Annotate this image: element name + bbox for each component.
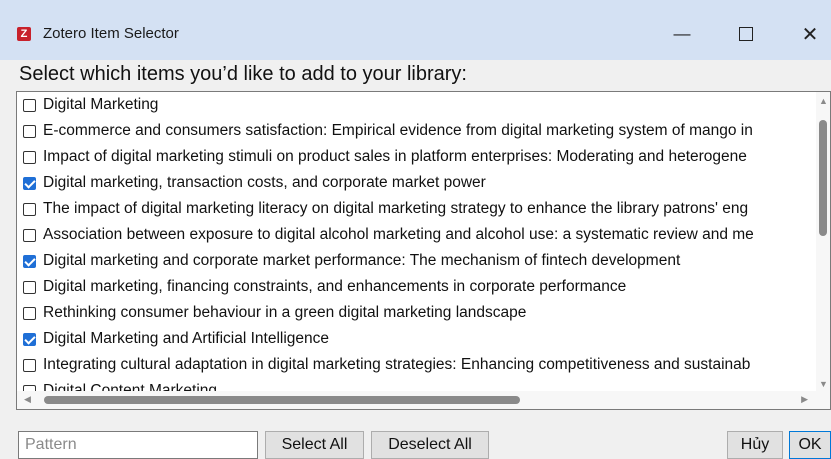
vertical-scrollbar[interactable]: ▲ ▼ (816, 92, 830, 391)
item-label: Integrating cultural adaptation in digit… (43, 356, 751, 373)
list-item[interactable]: Digital marketing and corporate market p… (17, 248, 816, 274)
list-item[interactable]: Digital Content Marketing (17, 378, 816, 391)
list-item[interactable]: Integrating cultural adaptation in digit… (17, 352, 816, 378)
window-title: Zotero Item Selector (43, 25, 179, 42)
list-item[interactable]: Impact of digital marketing stimuli on p… (17, 144, 816, 170)
item-checkbox[interactable] (23, 358, 36, 372)
list-item[interactable]: The impact of digital marketing literacy… (17, 196, 816, 222)
instruction-text: Select which items you’d like to add to … (19, 63, 467, 85)
list-item[interactable]: Association between exposure to digital … (17, 222, 816, 248)
item-list[interactable]: Digital Marketing E-commerce and consumer… (16, 91, 831, 410)
scroll-down-icon[interactable]: ▼ (819, 379, 828, 389)
deselect-all-button[interactable]: Deselect All (371, 431, 489, 459)
close-icon: ✕ (801, 23, 819, 46)
item-checkbox[interactable] (23, 306, 36, 320)
list-item[interactable]: E-commerce and consumers satisfaction: E… (17, 118, 816, 144)
item-checkbox[interactable] (23, 150, 36, 164)
list-item[interactable]: Digital Marketing (17, 92, 816, 118)
item-list-content: Digital Marketing E-commerce and consumer… (17, 92, 816, 391)
item-checkbox[interactable] (23, 332, 36, 346)
item-checkbox[interactable] (23, 98, 36, 112)
list-item[interactable]: Digital marketing, financing constraints… (17, 274, 816, 300)
item-label: Digital marketing, transaction costs, an… (43, 174, 486, 191)
select-all-button[interactable]: Select All (265, 431, 364, 459)
item-checkbox[interactable] (23, 280, 36, 294)
item-label: Impact of digital marketing stimuli on p… (43, 148, 747, 165)
maximize-icon (739, 27, 753, 41)
horizontal-scrollbar[interactable]: ◀ ▶ (17, 391, 830, 409)
minimize-icon: — (673, 24, 691, 43)
item-checkbox[interactable] (23, 228, 36, 242)
item-label: Association between exposure to digital … (43, 226, 754, 243)
item-label: Digital marketing and corporate market p… (43, 252, 681, 269)
pattern-input[interactable] (18, 431, 258, 459)
item-label: Rethinking consumer behaviour in a green… (43, 304, 527, 321)
item-checkbox[interactable] (23, 176, 36, 190)
close-button[interactable]: ✕ (788, 20, 831, 48)
vertical-scroll-thumb[interactable] (819, 120, 827, 236)
minimize-button[interactable]: — (660, 20, 704, 48)
maximize-button[interactable] (724, 20, 768, 48)
title-bar: Z Zotero Item Selector — ✕ (0, 0, 831, 60)
zotero-app-icon: Z (17, 27, 31, 41)
scroll-left-icon[interactable]: ◀ (24, 394, 31, 405)
item-label: Digital marketing, financing constraints… (43, 278, 627, 295)
list-item[interactable]: Rethinking consumer behaviour in a green… (17, 300, 816, 326)
item-checkbox[interactable] (23, 202, 36, 216)
item-label: The impact of digital marketing literacy… (43, 200, 749, 217)
list-item[interactable]: Digital Marketing and Artificial Intelli… (17, 326, 816, 352)
ok-button[interactable]: OK (789, 431, 831, 459)
item-checkbox[interactable] (23, 254, 36, 268)
cancel-button[interactable]: Hủy (727, 431, 783, 459)
item-checkbox[interactable] (23, 124, 36, 138)
list-item[interactable]: Digital marketing, transaction costs, an… (17, 170, 816, 196)
item-label: Digital Marketing and Artificial Intelli… (43, 330, 330, 347)
scroll-right-icon[interactable]: ▶ (801, 394, 808, 405)
item-label: Digital Marketing (43, 96, 159, 113)
item-label: E-commerce and consumers satisfaction: E… (43, 122, 753, 139)
scroll-up-icon[interactable]: ▲ (819, 96, 828, 106)
item-label: Digital Content Marketing (43, 382, 218, 391)
horizontal-scroll-thumb[interactable] (44, 396, 520, 404)
